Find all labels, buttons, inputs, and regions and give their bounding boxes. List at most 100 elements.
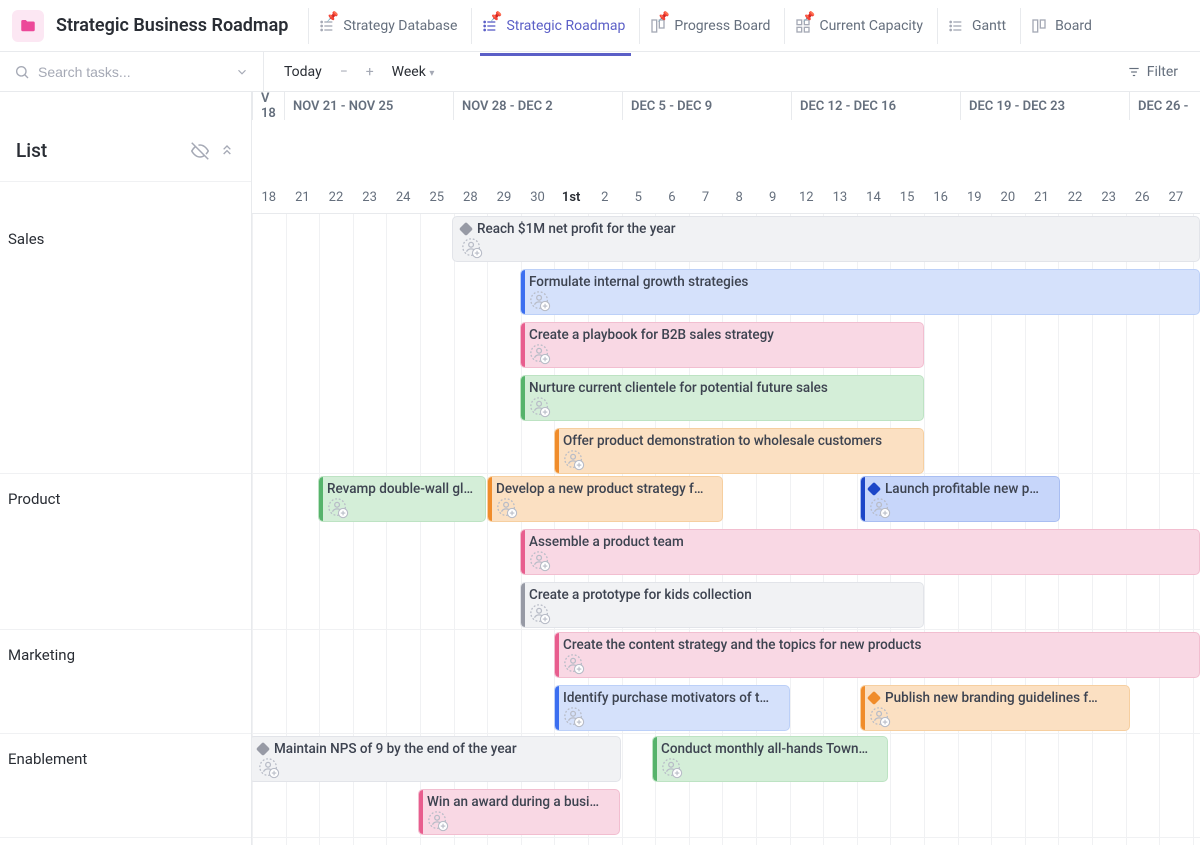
task-bar[interactable]: Identify purchase motivators of t… — [554, 685, 790, 731]
add-assignee-icon[interactable] — [563, 449, 585, 471]
range-selector[interactable]: Week ▾ — [392, 64, 435, 80]
add-assignee-icon[interactable] — [563, 706, 585, 728]
add-assignee-icon[interactable] — [529, 603, 551, 625]
task-bar[interactable]: Create a playbook for B2B sales strategy — [520, 322, 924, 368]
tab-label: Progress Board — [674, 18, 770, 34]
task-label: Identify purchase motivators of t… — [563, 690, 769, 706]
tab-board[interactable]: 📌Board — [1020, 8, 1104, 44]
add-assignee-icon[interactable] — [461, 237, 483, 259]
task-bar[interactable]: Launch profitable new p… — [860, 476, 1060, 522]
add-assignee-icon[interactable] — [529, 343, 551, 365]
add-assignee-icon[interactable] — [327, 497, 349, 519]
group-label: Marketing — [8, 646, 75, 664]
task-bar[interactable]: Maintain NPS of 9 by the end of the year — [252, 736, 621, 782]
task-bar[interactable]: Develop a new product strategy f… — [487, 476, 723, 522]
days-header: 1821222324252829301st2567891213141516192… — [252, 182, 1200, 214]
week-header: DEC 5 - DEC 9 — [622, 92, 791, 120]
week-header: DEC 12 - DEC 16 — [791, 92, 960, 120]
view-tabs: 📌Strategy Database📌Strategic Roadmap📌Pro… — [308, 8, 1188, 44]
board-icon: 📌 — [648, 16, 668, 36]
task-label: Offer product demonstration to wholesale… — [563, 433, 882, 449]
task-label: Reach $1M net profit for the year — [477, 221, 676, 237]
day-header: 6 — [655, 190, 689, 205]
week-header: DEC 19 - DEC 23 — [960, 92, 1129, 120]
search-container — [14, 52, 264, 91]
task-label: Create a playbook for B2B sales strategy — [529, 327, 774, 343]
task-label: Maintain NPS of 9 by the end of the year — [274, 741, 517, 757]
milestone-diamond-icon — [459, 222, 473, 236]
tab-label: Gantt — [972, 18, 1006, 34]
search-input[interactable] — [38, 64, 227, 80]
minus-icon[interactable]: − — [340, 64, 348, 80]
week-header: NOV 21 - NOV 25 — [284, 92, 453, 120]
chevron-down-icon[interactable] — [235, 65, 249, 79]
day-header: 30 — [521, 190, 555, 205]
tab-current-capacity[interactable]: 📌Current Capacity — [784, 8, 935, 44]
task-bar[interactable]: Reach $1M net profit for the year — [452, 216, 1200, 262]
task-bar[interactable]: Nurture current clientele for potential … — [520, 375, 924, 421]
filter-button[interactable]: Filter — [1119, 64, 1186, 80]
group-product: Revamp double-wall gl… Develop a new prod… — [252, 474, 1200, 630]
search-icon — [14, 64, 30, 80]
task-label: Win an award during a busi… — [427, 794, 599, 810]
add-assignee-icon[interactable] — [427, 810, 449, 832]
day-header: 9 — [756, 190, 790, 205]
day-header: 7 — [689, 190, 723, 205]
grid-area[interactable]: V 18NOV 21 - NOV 25NOV 28 - DEC 2DEC 5 -… — [252, 92, 1200, 845]
day-header: 29 — [487, 190, 521, 205]
task-label: Launch profitable new p… — [885, 481, 1039, 497]
task-bar[interactable]: Create the content strategy and the topi… — [554, 632, 1200, 678]
toolbar: Today − + Week ▾ Filter — [0, 52, 1200, 92]
folder-icon[interactable] — [12, 10, 44, 42]
add-assignee-icon[interactable] — [869, 706, 891, 728]
page-title: Strategic Business Roadmap — [56, 15, 288, 36]
week-header: DEC 26 - — [1129, 92, 1200, 120]
list-icon: 📌 — [946, 16, 966, 36]
tab-label: Current Capacity — [819, 18, 923, 34]
list-header: List — [0, 120, 251, 182]
task-bar[interactable]: Offer product demonstration to wholesale… — [554, 428, 924, 474]
day-header: 24 — [386, 190, 420, 205]
day-header: 28 — [454, 190, 488, 205]
add-assignee-icon[interactable] — [496, 497, 518, 519]
list-icon: 📌 — [317, 16, 337, 36]
task-bar[interactable]: Create a prototype for kids collection — [520, 582, 924, 628]
tab-progress-board[interactable]: 📌 Progress Board — [639, 8, 782, 44]
tab-strategic-roadmap[interactable]: 📌 Strategic Roadmap — [471, 8, 637, 44]
collapse-icon[interactable] — [219, 142, 235, 158]
task-bar[interactable]: Assemble a product team — [520, 529, 1200, 575]
tab-label: Strategic Roadmap — [506, 18, 625, 34]
list-icon: 📌 — [480, 16, 500, 36]
day-header: 1st — [554, 190, 588, 205]
today-button[interactable]: Today — [284, 64, 322, 80]
task-bar[interactable]: Win an award during a busi… — [418, 789, 620, 835]
day-header: 12 — [790, 190, 824, 205]
task-bar[interactable]: Publish new branding guidelines f… — [860, 685, 1130, 731]
task-label: Formulate internal growth strategies — [529, 274, 748, 290]
day-header: 15 — [890, 190, 924, 205]
tab-gantt[interactable]: 📌 Gantt — [937, 8, 1018, 44]
list-title: List — [16, 139, 47, 162]
plus-icon[interactable]: + — [366, 64, 374, 80]
milestone-diamond-icon — [867, 482, 881, 496]
add-assignee-icon[interactable] — [258, 757, 280, 779]
add-assignee-icon[interactable] — [529, 290, 551, 312]
group-label: Sales — [8, 230, 44, 248]
header-bar: Strategic Business Roadmap 📌Strategy Dat… — [0, 0, 1200, 52]
add-assignee-icon[interactable] — [529, 550, 551, 572]
add-assignee-icon[interactable] — [661, 757, 683, 779]
week-header: NOV 28 - DEC 2 — [453, 92, 622, 120]
group-sales: Reach $1M net profit for the year Formula… — [252, 214, 1200, 474]
day-header: 18 — [252, 190, 286, 205]
task-bar[interactable]: Revamp double-wall gl… — [318, 476, 486, 522]
task-label: Develop a new product strategy f… — [496, 481, 703, 497]
add-assignee-icon[interactable] — [869, 497, 891, 519]
task-bar[interactable]: Formulate internal growth strategies — [520, 269, 1200, 315]
add-assignee-icon[interactable] — [563, 653, 585, 675]
day-header: 21 — [1025, 190, 1059, 205]
task-bar[interactable]: Conduct monthly all-hands Town… — [652, 736, 888, 782]
tab-strategy-database[interactable]: 📌Strategy Database — [308, 8, 469, 44]
add-assignee-icon[interactable] — [529, 396, 551, 418]
side-column: List SalesProductMarketingEnablement — [0, 92, 252, 845]
eye-off-icon[interactable] — [191, 142, 209, 160]
